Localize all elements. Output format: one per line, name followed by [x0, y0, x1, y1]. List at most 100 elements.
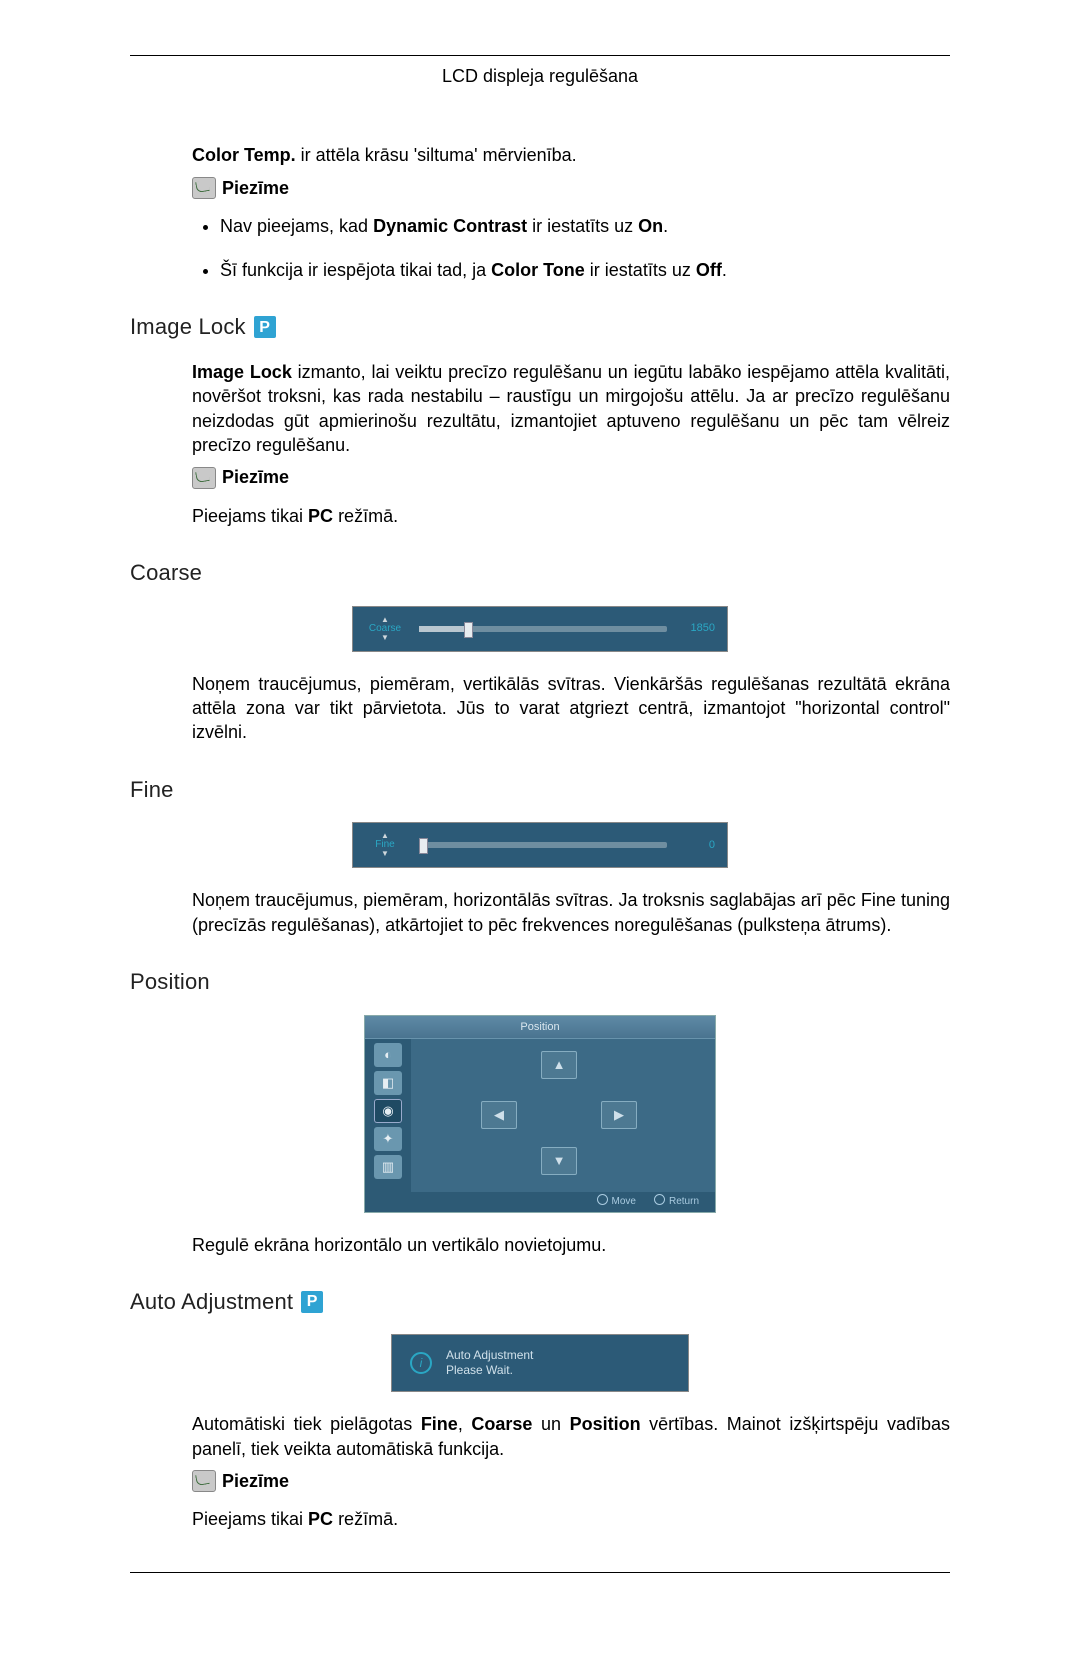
note-label: Piezīme	[222, 1469, 289, 1493]
imagelock-desc: Image Lock izmanto, lai veiktu precīzo r…	[192, 360, 950, 457]
arrow-down-icon: ▼	[381, 634, 389, 642]
section-title-text: Image Lock	[130, 312, 246, 342]
fine-osd: ▲ Fine ▼ 0	[352, 822, 728, 868]
auto-desc: Automātiski tiek pielāgotas Fine, Coarse…	[192, 1412, 950, 1461]
auto-pc-only: Pieejams tikai PC režīmā.	[192, 1507, 950, 1531]
position-footer: Move Return	[365, 1192, 715, 1212]
coarse-track	[419, 626, 667, 632]
text: ,	[458, 1414, 472, 1434]
page-header: LCD displeja regulēšana	[130, 64, 950, 88]
bullet-bold: Dynamic Contrast	[373, 216, 527, 236]
bullet-bold: On	[638, 216, 663, 236]
section-title-text: Position	[130, 967, 210, 997]
coarse-desc: Noņem traucējumus, piemēram, vertikālās …	[192, 672, 950, 745]
imagelock-note-row: Piezīme	[192, 465, 950, 489]
bullet-text: Šī funkcija ir iespējota tikai tad, ja	[220, 260, 491, 280]
text: Pieejams tikai	[192, 1509, 308, 1529]
position-sidebar: ◐ ◧ ◉ ✦ ▥	[365, 1039, 411, 1192]
coarse-desc-text: Noņem traucējumus, piemēram, vertikālās …	[192, 672, 950, 745]
bullet-text: ir iestatīts uz	[527, 216, 638, 236]
arrow-up-icon: ▲	[541, 1051, 577, 1079]
auto-osd-text: Auto Adjustment Please Wait.	[446, 1348, 533, 1379]
sidebar-icon: ✦	[374, 1127, 402, 1151]
bold: Coarse	[471, 1414, 532, 1434]
sidebar-icon: ▥	[374, 1155, 402, 1179]
position-osd-title: Position	[365, 1016, 715, 1039]
bullet-text: ir iestatīts uz	[585, 260, 696, 280]
imagelock-rest: izmanto, lai veiktu precīzo regulēšanu u…	[192, 362, 950, 455]
position-osd: Position ◐ ◧ ◉ ✦ ▥ ▲ ◀ ▶ ▼ Move Retur	[364, 1015, 716, 1213]
text: režīmā.	[333, 1509, 398, 1529]
pc-bold: PC	[308, 506, 333, 526]
section-title-text: Fine	[130, 775, 174, 805]
note-icon	[192, 1470, 216, 1492]
bold: Position	[570, 1414, 641, 1434]
pc-badge-icon: P	[301, 1291, 323, 1313]
text: Pieejams tikai	[192, 506, 308, 526]
pc-bold: PC	[308, 1509, 333, 1529]
fine-value: 0	[681, 838, 715, 853]
bold: Fine	[421, 1414, 458, 1434]
bullet-bold: Color Tone	[491, 260, 585, 280]
fine-track	[419, 842, 667, 848]
section-title-text: Coarse	[130, 558, 202, 588]
colortemp-bullets: Nav pieejams, kad Dynamic Contrast ir ie…	[192, 214, 950, 283]
arrow-down-icon: ▼	[381, 850, 389, 858]
section-title-text: Auto Adjustment	[130, 1287, 293, 1317]
note-icon	[192, 467, 216, 489]
colortemp-intro: Color Temp. ir attēla krāsu 'siltuma' mē…	[192, 143, 950, 167]
coarse-figure: ▲ Coarse ▼ 1850	[130, 606, 950, 652]
section-position: Position	[130, 967, 950, 997]
auto-note-row: Piezīme	[192, 1469, 950, 1493]
position-desc: Regulē ekrāna horizontālo un vertikālo n…	[192, 1233, 950, 1257]
bottom-rule	[130, 1572, 950, 1573]
bullet-text: .	[663, 216, 668, 236]
fine-desc-text: Noņem traucējumus, piemēram, horizontālā…	[192, 888, 950, 937]
coarse-thumb	[464, 622, 473, 638]
section-fine: Fine	[130, 775, 950, 805]
auto-figure: i Auto Adjustment Please Wait.	[130, 1334, 950, 1392]
auto-line2: Please Wait.	[446, 1363, 533, 1379]
footer-return: Return	[654, 1194, 699, 1209]
text: Automātiski tiek pielāgotas	[192, 1414, 421, 1434]
document-page: LCD displeja regulēšana Color Temp. ir a…	[0, 0, 1080, 1653]
imagelock-term: Image Lock	[192, 362, 292, 382]
auto-line1: Auto Adjustment	[446, 1348, 533, 1364]
note-label: Piezīme	[222, 176, 289, 200]
fine-figure: ▲ Fine ▼ 0	[130, 822, 950, 868]
arrow-right-icon: ▶	[601, 1101, 637, 1129]
sidebar-icon-active: ◉	[374, 1099, 402, 1123]
bullet-item: Šī funkcija ir iespējota tikai tad, ja C…	[220, 258, 950, 282]
footer-move: Move	[597, 1194, 636, 1209]
pc-badge-icon: P	[254, 316, 276, 338]
arrow-down-icon: ▼	[541, 1147, 577, 1175]
colortemp-note-row: Piezīme	[192, 176, 950, 200]
note-icon	[192, 177, 216, 199]
imagelock-pc-only: Pieejams tikai PC režīmā.	[192, 504, 950, 528]
section-coarse: Coarse	[130, 558, 950, 588]
colortemp-intro-rest: ir attēla krāsu 'siltuma' mērvienība.	[296, 145, 577, 165]
bullet-item: Nav pieejams, kad Dynamic Contrast ir ie…	[220, 214, 950, 238]
coarse-fill	[419, 626, 464, 632]
position-main: ▲ ◀ ▶ ▼	[411, 1039, 715, 1192]
auto-osd: i Auto Adjustment Please Wait.	[391, 1334, 689, 1392]
fine-label: ▲ Fine ▼	[365, 832, 405, 858]
coarse-label: ▲ Coarse ▼	[365, 616, 405, 642]
info-icon: i	[410, 1352, 432, 1374]
sidebar-icon: ◐	[374, 1043, 402, 1067]
position-figure: Position ◐ ◧ ◉ ✦ ▥ ▲ ◀ ▶ ▼ Move Retur	[130, 1015, 950, 1213]
sidebar-icon: ◧	[374, 1071, 402, 1095]
section-image-lock: Image Lock P	[130, 312, 950, 342]
text: režīmā.	[333, 506, 398, 526]
colortemp-term: Color Temp.	[192, 145, 296, 165]
fine-thumb	[419, 838, 428, 854]
top-rule	[130, 55, 950, 56]
coarse-osd: ▲ Coarse ▼ 1850	[352, 606, 728, 652]
fine-desc: Noņem traucējumus, piemēram, horizontālā…	[192, 888, 950, 937]
bullet-text: Nav pieejams, kad	[220, 216, 373, 236]
bullet-text: .	[722, 260, 727, 280]
note-label: Piezīme	[222, 465, 289, 489]
text: un	[532, 1414, 569, 1434]
arrow-left-icon: ◀	[481, 1101, 517, 1129]
section-auto-adjustment: Auto Adjustment P	[130, 1287, 950, 1317]
